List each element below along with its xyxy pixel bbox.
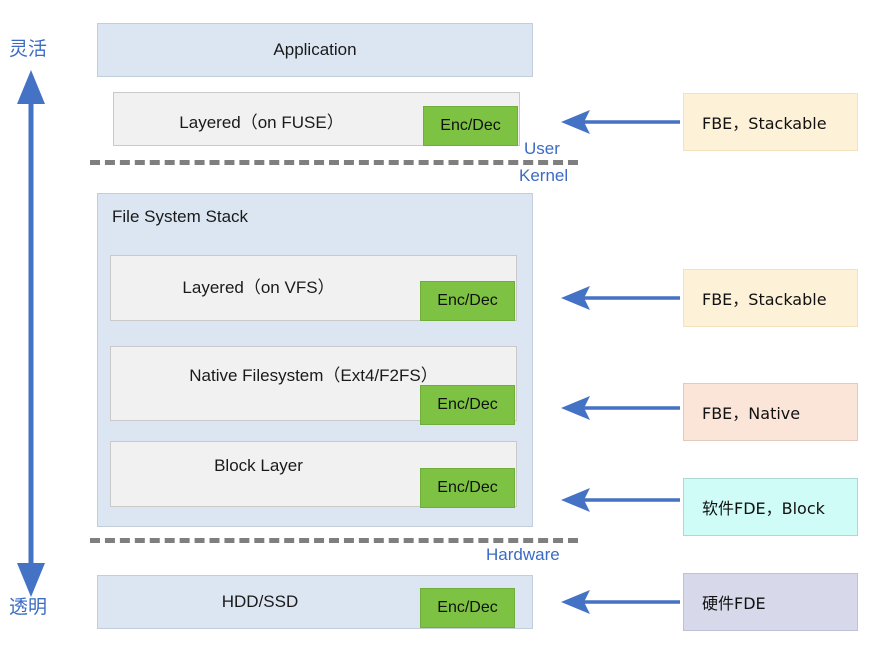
zone-label-user: User [524, 139, 560, 158]
callout-software-fde-block[interactable]: 软件FDE，Block [683, 478, 858, 536]
axis-label-transparent: 透明 [9, 596, 48, 618]
callout-fbe-stackable-vfs[interactable]: FBE，Stackable [683, 269, 858, 327]
user-kernel-divider [90, 160, 578, 165]
hdd-ssd-label: HDD/SSD [221, 592, 299, 611]
application-label: Application [273, 40, 357, 59]
native-filesystem-label: Native Filesystem（Ext4/F2FS） [189, 366, 438, 385]
callout-fbe-stackable-fuse[interactable]: FBE，Stackable [683, 93, 858, 151]
zone-label-hardware: Hardware [486, 545, 560, 564]
enc-dec-chip-vfs[interactable]: Enc/Dec [420, 281, 515, 321]
file-system-stack-label: File System Stack [112, 207, 249, 226]
zone-label-kernel: Kernel [519, 166, 569, 185]
enc-dec-chip-block[interactable]: Enc/Dec [420, 468, 515, 508]
callout-hardware-fde[interactable]: 硬件FDE [683, 573, 858, 631]
hardware-divider [90, 538, 578, 543]
block-layer-label: Block Layer [214, 456, 303, 475]
axis-label-flexible: 灵活 [9, 38, 48, 60]
flexibility-transparency-axis-arrow [17, 70, 45, 597]
layered-fuse-label: Layered（on FUSE） [179, 113, 344, 132]
diagram-canvas: 灵活 透明 Application Layered（on FUSE） Enc/D… [0, 0, 869, 650]
enc-dec-chip-disk[interactable]: Enc/Dec [420, 588, 515, 628]
enc-dec-chip-native[interactable]: Enc/Dec [420, 385, 515, 425]
enc-dec-chip-fuse[interactable]: Enc/Dec [423, 106, 518, 146]
callout-fbe-native[interactable]: FBE，Native [683, 383, 858, 441]
application-box[interactable]: Application [97, 23, 533, 77]
layered-vfs-label: Layered（on VFS） [182, 278, 335, 297]
